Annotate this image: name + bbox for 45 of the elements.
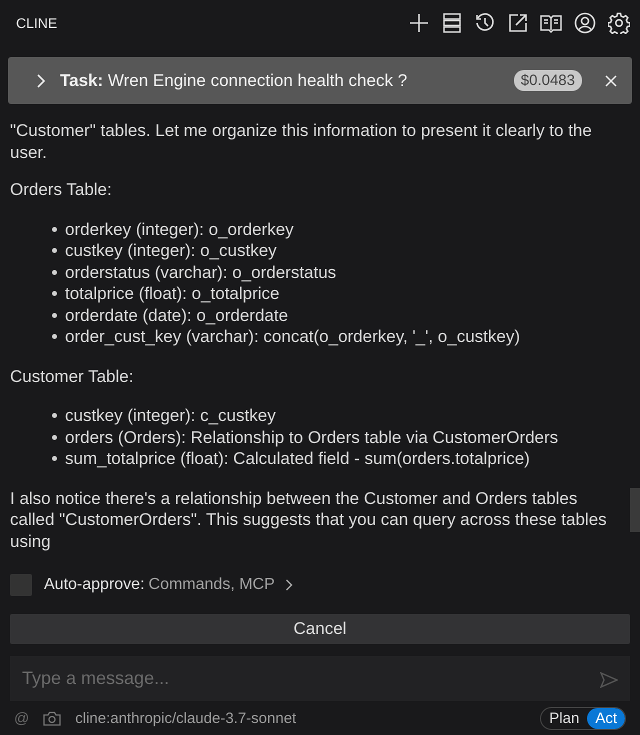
camera-icon[interactable] xyxy=(43,710,62,726)
close-icon[interactable] xyxy=(604,74,618,88)
chevron-right-icon[interactable] xyxy=(284,578,293,592)
history-icon[interactable] xyxy=(474,12,496,34)
checkbox[interactable] xyxy=(10,574,32,596)
message-text: I also notice there's a relationship between the Customer and Orders tables called "CustomerOrders". This suggests that you can query across these tables using xyxy=(10,488,608,552)
bullet-icon xyxy=(52,270,57,275)
bullet-icon xyxy=(52,413,57,418)
list-item: orderkey (integer): o_orderkey xyxy=(65,218,294,240)
task-title: Task: Wren Engine connection health check ? xyxy=(60,70,408,91)
settings-icon[interactable] xyxy=(608,12,630,34)
cost-badge: $0.0483 xyxy=(514,70,582,92)
panel-title: CLINE xyxy=(16,14,58,31)
message-text: "Customer" tables. Let me organize this information to present it clearly to the user. xyxy=(10,120,593,164)
mode-option[interactable]: Act xyxy=(587,708,625,729)
auto-approve-value[interactable]: Commands, MCP xyxy=(148,576,275,594)
list-item: orders (Orders): Relationship to Orders table via CustomerOrders xyxy=(65,426,558,448)
task-header[interactable]: Task: Wren Engine connection health check ? $0.0483 xyxy=(8,57,632,104)
account-icon[interactable] xyxy=(574,12,596,34)
bullet-icon xyxy=(52,291,57,296)
list-item: orderstatus (varchar): o_orderstatus xyxy=(65,262,336,284)
scrollbar-thumb[interactable] xyxy=(630,488,640,532)
server-icon[interactable] xyxy=(442,12,462,34)
list-item: custkey (integer): o_custkey xyxy=(65,240,277,262)
model-selector[interactable]: cline:anthropic/claude-3.7-sonnet xyxy=(75,710,526,727)
bullet-icon xyxy=(52,312,57,318)
list-item: custkey (integer): c_custkey xyxy=(65,405,276,427)
message-text: Orders Table: xyxy=(10,179,113,201)
bullet-icon xyxy=(52,248,57,254)
list-item: totalprice (float): o_totalprice xyxy=(65,283,280,305)
cancel-button[interactable]: Cancel xyxy=(10,614,630,644)
bullet-icon xyxy=(52,456,57,462)
message-text: Customer Table: xyxy=(10,366,134,388)
bullet-icon xyxy=(52,434,57,440)
book-icon[interactable] xyxy=(540,12,562,33)
auto-approve-label: Auto-approve: xyxy=(44,576,145,594)
list-item: order_cust_key (varchar): concat(o_orderkey, '_', o_custkey) xyxy=(65,326,520,348)
list-item: sum_totalprice (float): Calculated field - sum(orders.totalprice) xyxy=(65,448,530,470)
plus-icon[interactable] xyxy=(408,12,430,34)
mode-option[interactable]: Plan xyxy=(541,708,588,729)
bullet-icon xyxy=(52,226,57,232)
list-item: orderdate (date): o_orderdate xyxy=(65,304,288,326)
external-link-icon[interactable] xyxy=(508,12,528,33)
message-input[interactable]: Type a message... xyxy=(10,656,630,702)
bullet-icon xyxy=(52,334,57,340)
